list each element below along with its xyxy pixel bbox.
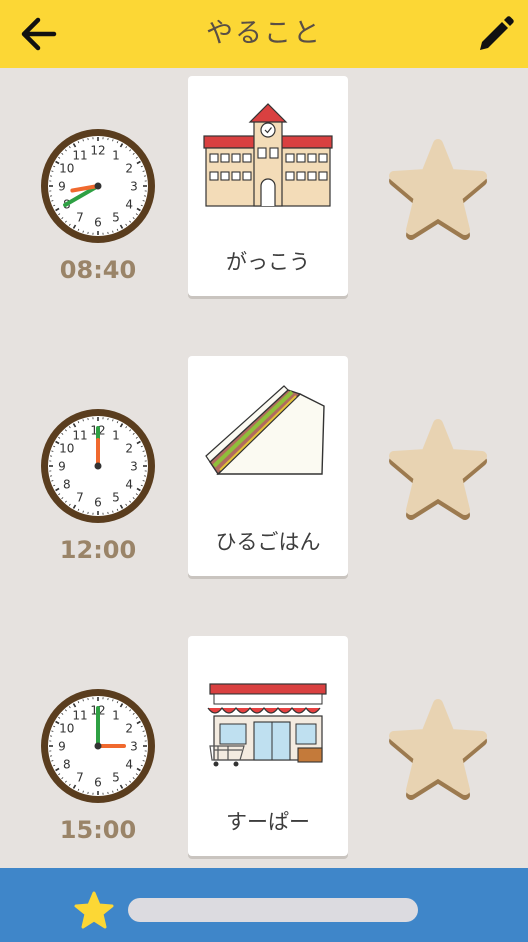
- star-icon[interactable]: [384, 136, 492, 244]
- clock-numeral: 11: [72, 428, 87, 442]
- clock-numeral: 9: [58, 180, 66, 194]
- clock-numeral: 3: [130, 460, 138, 474]
- clock-numeral: 12: [90, 144, 105, 158]
- clock-numeral: 11: [72, 148, 87, 162]
- clock-numeral: 1: [112, 148, 120, 162]
- page-title: やること: [206, 18, 322, 49]
- clock-numeral: 10: [59, 162, 74, 176]
- clock-numeral: 5: [112, 491, 120, 505]
- time-label: 15:00: [59, 816, 137, 844]
- progress-footer: [0, 868, 528, 942]
- activity-card[interactable]: すーぱー: [188, 636, 348, 856]
- clock-numeral: 8: [63, 478, 71, 492]
- clock-numeral: 4: [125, 758, 133, 772]
- clock-icon: 123456789101112: [41, 409, 155, 523]
- clock-numeral: 6: [94, 496, 102, 510]
- activity-label: すーぱー: [226, 810, 310, 834]
- clock-center: [94, 182, 102, 190]
- activity-card[interactable]: がっこう: [188, 76, 348, 296]
- clock-numeral: 7: [76, 211, 84, 225]
- time-label: 12:00: [59, 536, 137, 564]
- back-button[interactable]: [16, 10, 64, 58]
- clock-center: [94, 462, 102, 470]
- clock-numeral: 3: [130, 180, 138, 194]
- clock-icon: 123456789101112: [41, 689, 155, 803]
- star-icon[interactable]: [384, 696, 492, 804]
- edit-button[interactable]: [470, 8, 520, 58]
- schedule-row: 123456789101112 15:00 すーぱー: [0, 636, 528, 862]
- clock-numeral: 1: [112, 428, 120, 442]
- star-icon: [74, 891, 114, 929]
- clock-numeral: 2: [125, 442, 133, 456]
- pencil-icon: [480, 16, 514, 50]
- app-header: やること: [0, 0, 528, 68]
- supermarket-icon: [207, 683, 327, 767]
- school-building-icon: [203, 103, 333, 207]
- clock-numeral: 6: [94, 216, 102, 230]
- clock-numeral: 2: [125, 162, 133, 176]
- schedule-row: 123456789101112 08:40 がっこう: [0, 76, 528, 302]
- clock-numeral: 5: [112, 211, 120, 225]
- clock-numeral: 3: [130, 740, 138, 754]
- activity-card[interactable]: ひるごはん: [188, 356, 348, 576]
- clock-numeral: 5: [112, 771, 120, 785]
- clock-center: [94, 742, 102, 750]
- clock-numeral: 1: [112, 708, 120, 722]
- clock-numeral: 10: [59, 442, 74, 456]
- clock-numeral: 7: [76, 491, 84, 505]
- clock-icon: 123456789101112: [41, 129, 155, 243]
- clock-numeral: 9: [58, 460, 66, 474]
- time-label: 08:40: [59, 256, 137, 284]
- star-icon[interactable]: [384, 416, 492, 524]
- clock-numeral: 9: [58, 740, 66, 754]
- clock-numeral: 4: [125, 198, 133, 212]
- schedule-row: 123456789101112 12:00 ひるごはん: [0, 356, 528, 582]
- sandwich-icon: [205, 385, 325, 476]
- arrow-left-icon: [21, 17, 57, 51]
- clock-numeral: 6: [94, 776, 102, 790]
- clock-numeral: 4: [125, 478, 133, 492]
- clock-numeral: 10: [59, 722, 74, 736]
- progress-bar: [128, 898, 418, 922]
- clock-numeral: 7: [76, 771, 84, 785]
- clock-numeral: 8: [63, 758, 71, 772]
- activity-label: がっこう: [226, 250, 310, 274]
- activity-label: ひるごはん: [215, 530, 321, 554]
- clock-numeral: 2: [125, 722, 133, 736]
- clock-numeral: 11: [72, 708, 87, 722]
